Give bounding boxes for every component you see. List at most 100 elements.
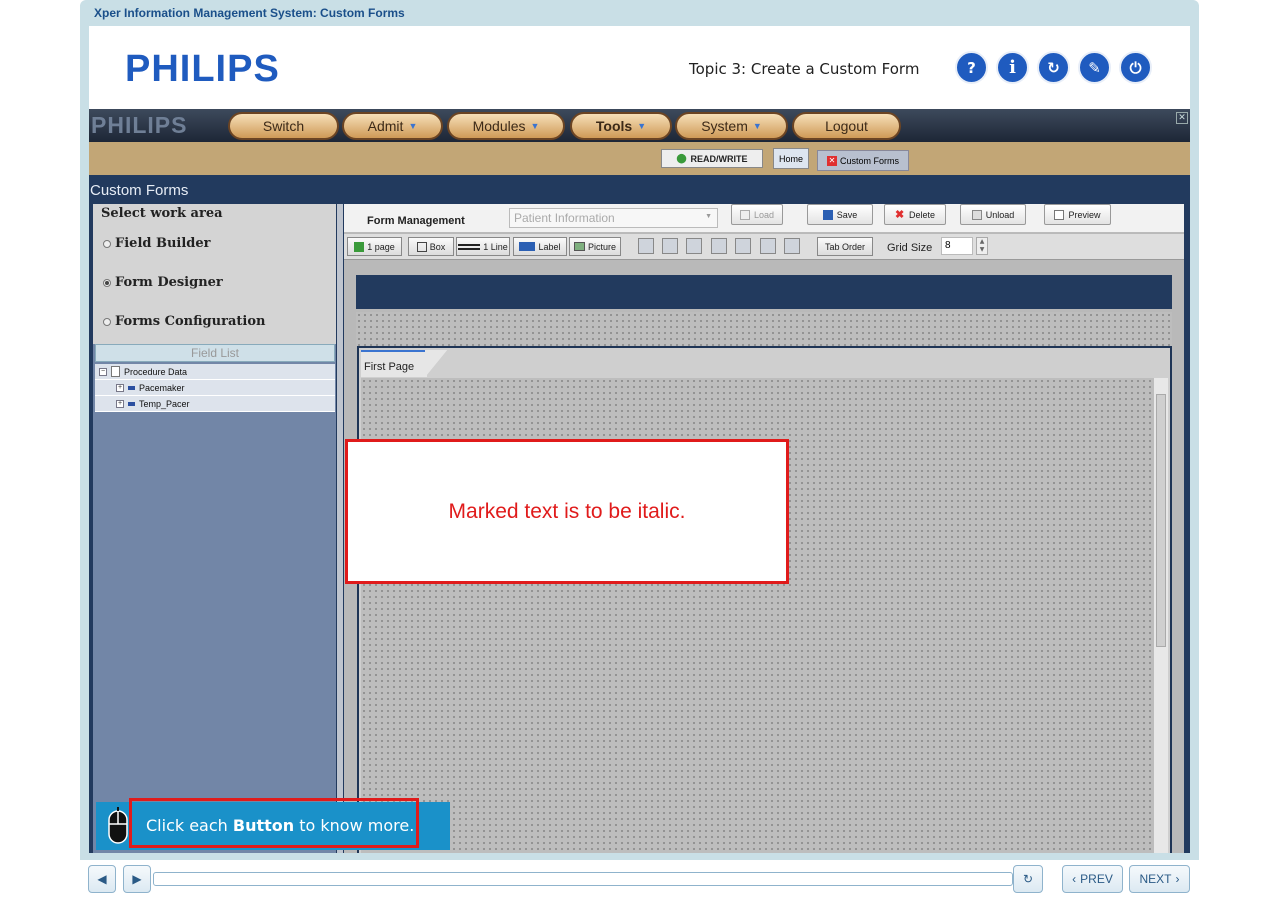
prev-button[interactable]: ‹ PREV — [1062, 865, 1123, 893]
next-button[interactable]: NEXT › — [1129, 865, 1190, 893]
close-icon[interactable]: ✕ — [1176, 112, 1188, 124]
menu-label: System — [701, 118, 748, 134]
form-select[interactable]: Patient Information ▼ — [509, 208, 718, 228]
chevron-down-icon: ▼ — [705, 213, 712, 220]
unload-icon — [971, 209, 982, 220]
hint-bold: Button — [232, 816, 295, 835]
tab-custom-forms[interactable]: ✕ Custom Forms — [817, 150, 909, 171]
page-button[interactable]: 1 page — [347, 237, 402, 256]
same-height-icon[interactable] — [711, 238, 727, 254]
button-label: 1 page — [367, 241, 395, 252]
tab-first-page[interactable]: First Page — [361, 350, 427, 377]
hint-suffix: to know more. — [294, 816, 415, 835]
save-button[interactable]: Save — [807, 204, 873, 225]
instruction-callout: Marked text is to be italic. — [345, 439, 789, 584]
grid-size-input[interactable]: 8 — [941, 237, 973, 255]
button-label: NEXT — [1139, 872, 1172, 886]
form-header-band — [356, 275, 1172, 309]
tab-home[interactable]: Home — [773, 148, 809, 169]
radio-icon — [103, 239, 111, 248]
send-back-icon[interactable] — [760, 238, 776, 254]
radio-icon — [103, 317, 111, 326]
save-icon — [822, 209, 833, 220]
bring-front-icon[interactable] — [784, 238, 800, 254]
button-label: 1 Line — [483, 241, 508, 252]
expand-icon[interactable]: + — [116, 383, 124, 392]
form-management-toolbar: Form Management Patient Information ▼ Loa… — [344, 204, 1184, 233]
collapse-icon[interactable]: − — [99, 367, 107, 376]
work-area-selector: Select work area Field Builder Form Desi… — [93, 204, 336, 344]
vertical-scrollbar[interactable] — [1154, 378, 1168, 853]
menu-system[interactable]: System ▼ — [675, 112, 788, 140]
preview-button[interactable]: Preview — [1044, 204, 1111, 225]
tab-label: Home — [778, 153, 803, 164]
help-icon[interactable]: ? — [955, 51, 988, 84]
read-write-button[interactable]: ⬤ READ/WRITE — [661, 149, 763, 168]
topic-title: Topic 3: Create a Custom Form — [689, 60, 920, 78]
line-button[interactable]: 1 Line — [456, 237, 510, 256]
load-button[interactable]: Load — [731, 204, 783, 225]
player-controls: ◀︎ ▶ ↻ ‹ PREV NEXT › — [88, 863, 1191, 893]
close-tab-icon[interactable]: ✕ — [826, 155, 837, 166]
button-label: Picture — [587, 241, 616, 252]
button-label: Tab Order — [824, 241, 866, 252]
label-button[interactable]: Label — [513, 237, 567, 256]
power-icon[interactable]: ⏻ — [1119, 51, 1152, 84]
menu-label: Logout — [825, 118, 868, 134]
chevron-right-icon: › — [1175, 872, 1180, 886]
align-center-icon[interactable] — [662, 238, 678, 254]
expand-icon[interactable]: + — [116, 399, 124, 408]
load-icon — [739, 209, 750, 220]
button-label: Save — [836, 209, 858, 220]
radio-form-designer[interactable]: Form Designer — [103, 275, 223, 290]
grid-size-stepper[interactable]: ▲ ▼ — [976, 237, 988, 255]
menu-admit[interactable]: Admit ▼ — [342, 112, 443, 140]
picture-button[interactable]: Picture — [569, 237, 621, 256]
chevron-down-icon: ▼ — [752, 121, 762, 131]
replay-icon[interactable]: ↻ — [1037, 51, 1070, 84]
pen-icon[interactable]: ✎ — [1078, 51, 1111, 84]
tree-item[interactable]: + Pacemaker — [95, 380, 335, 396]
line-icon — [458, 243, 481, 250]
delete-icon: ✖ — [894, 208, 905, 221]
design-toolbar: 1 page Box 1 Line Label Picture Tab Orde… — [344, 234, 1184, 260]
menu-bar: PHILIPS Switch Admit ▼ Modules ▼ Tools ▼ Sy… — [89, 109, 1190, 142]
tree-item-label: Pacemaker — [139, 382, 185, 393]
menu-label: Tools — [595, 118, 633, 134]
splitter[interactable] — [337, 204, 343, 853]
field-list-button[interactable]: Field List — [95, 344, 335, 362]
replay-icon[interactable]: ↻ — [1013, 865, 1043, 893]
delete-button[interactable]: ✖ Delete — [884, 204, 946, 225]
menu-switch[interactable]: Switch — [228, 112, 339, 140]
tab-bar: ⬤ READ/WRITE Home ✕ Custom Forms — [89, 142, 1190, 175]
info-icon[interactable]: i — [996, 51, 1029, 84]
menu-logout[interactable]: Logout — [792, 112, 901, 140]
tab-order-button[interactable]: Tab Order — [817, 237, 873, 256]
tree-item[interactable]: − Procedure Data — [95, 364, 335, 380]
progress-bar[interactable] — [153, 872, 1013, 886]
radio-forms-configuration[interactable]: Forms Configuration — [103, 314, 265, 329]
play-icon[interactable]: ▶ — [123, 865, 151, 893]
align-right-icon[interactable] — [686, 238, 702, 254]
radio-field-builder[interactable]: Field Builder — [103, 236, 211, 251]
button-label: Label — [538, 241, 561, 252]
volume-icon[interactable]: ◀︎ — [88, 865, 116, 893]
scrollbar-thumb[interactable] — [1156, 394, 1166, 647]
radio-label: Forms Configuration — [115, 314, 266, 329]
box-button[interactable]: Box — [408, 237, 454, 256]
menu-modules[interactable]: Modules ▼ — [447, 112, 565, 140]
menu-tools[interactable]: Tools ▼ — [570, 112, 672, 140]
course-header: PHILIPS Topic 3: Create a Custom Form ? … — [89, 26, 1190, 109]
app-logo: PHILIPS — [91, 112, 188, 138]
chevron-down-icon: ▼ — [530, 121, 540, 131]
same-width-icon[interactable] — [735, 238, 751, 254]
field-icon — [128, 385, 135, 390]
work-area-heading: Select work area — [101, 206, 223, 221]
box-icon — [416, 241, 427, 252]
unload-button[interactable]: Unload — [960, 204, 1026, 225]
tree-item[interactable]: + Temp_Pacer — [95, 396, 335, 412]
add-page-icon — [354, 241, 365, 252]
radio-label: Field Builder — [115, 236, 211, 251]
align-left-icon[interactable] — [638, 238, 654, 254]
button-label: Delete — [908, 209, 935, 220]
